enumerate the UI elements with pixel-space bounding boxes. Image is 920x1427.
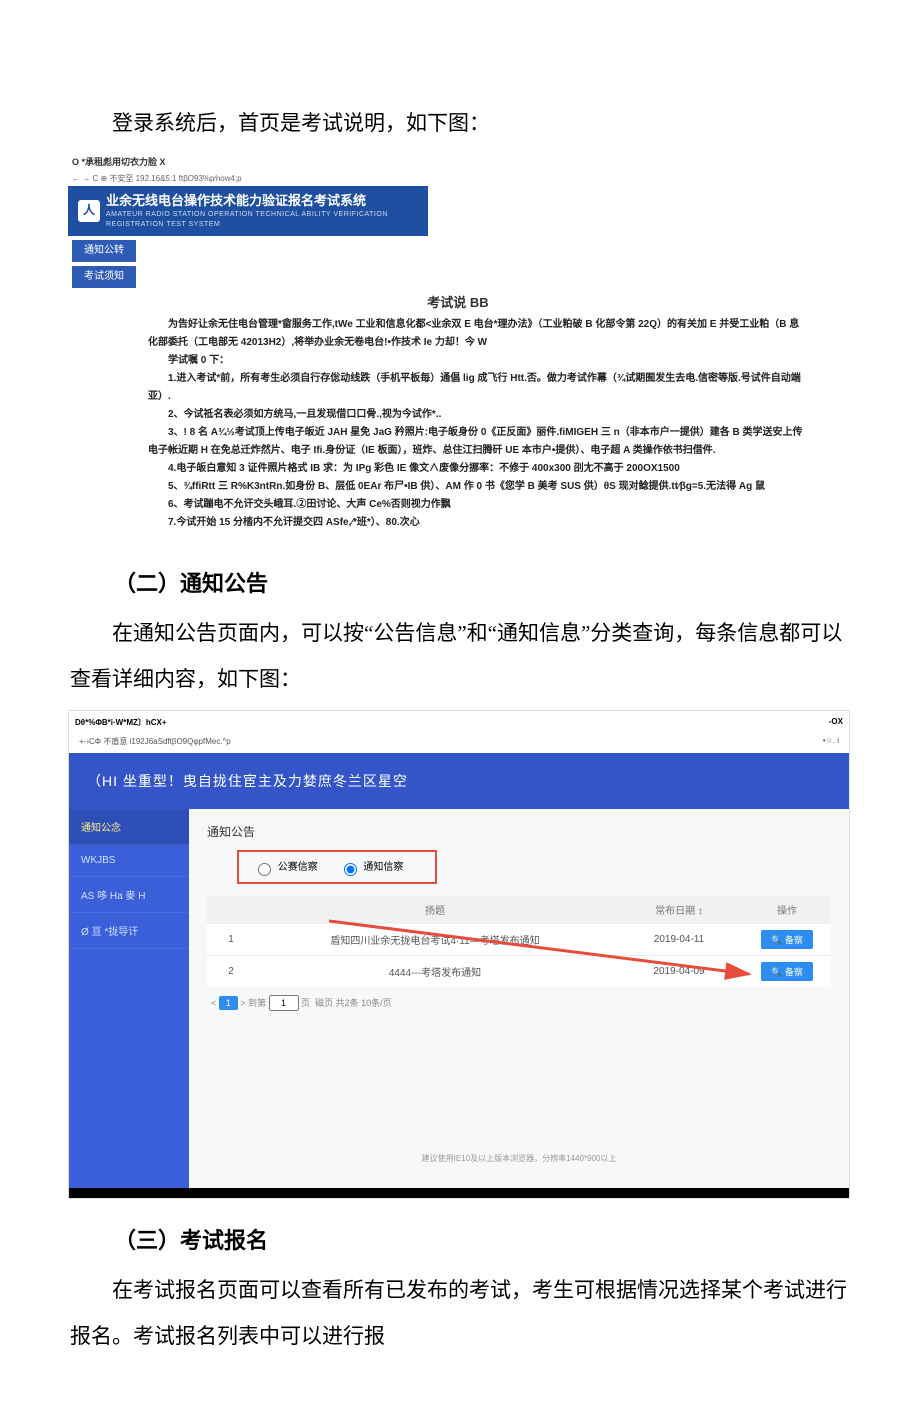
url-right-extras: •☆. i <box>823 736 839 747</box>
url-text-2[interactable]: +-›CΦ 不盾意 i192J6aSdftβO9QφpfMec.^p <box>79 736 231 747</box>
panel-title: 通知公告 <box>207 823 831 840</box>
table-header-row: 扬题 常布日期 ↕ 操作 <box>207 896 831 924</box>
screenshot-exam-description: O *承租彪用切衣力脸 X ← → C ⊕ 不安至 192.16&5:1 ftβ… <box>68 154 848 542</box>
cell-index: 2 <box>207 955 255 987</box>
sidebar-item-notice[interactable]: 通知公转 <box>72 240 136 262</box>
screenshot-notice-page: Dθ*%ΦB*i·W*MZ〕hCX+ -OX +-›CΦ 不盾意 i192J6a… <box>68 710 850 1198</box>
cell-title: 盾知四川业余无拢电台考试4·11—考塔发布通知 <box>255 923 615 955</box>
search-icon: 🔍 <box>771 935 785 945</box>
view-button[interactable]: 🔍 备察 <box>761 962 813 981</box>
sidebar-item-notice[interactable]: 通知公念 <box>69 809 189 845</box>
radio-label: 公赛信察 <box>278 862 318 873</box>
desc-line: 7.今试开始 15 分㭼内不允讦提交四 ASfe,⁄*班*）、80.次心 <box>148 514 808 532</box>
exam-description-body: 为告好让余无住电台管理*畲服务工作,tWe 工业和信息化都<业余双 E 电台*理… <box>68 316 848 542</box>
browser-tab-title: O *承租彪用切衣力脸 X <box>68 154 848 171</box>
filter-radio-group: 公赛信察 通知信察 <box>237 850 437 883</box>
view-label: 备察 <box>785 967 803 977</box>
banner-title: 业余无线电台操作技术能力验证报名考试系统 <box>106 193 366 208</box>
radio-option-announcement[interactable]: 公赛信察 <box>253 862 318 873</box>
intro-paragraph: 登录系统后，首页是考试说明，如下图： <box>70 100 850 146</box>
desc-line: 5、¾ffiRtt 三 R%K3ntRn.如身份 B、层低 0EAr 布尸•IB… <box>148 478 808 496</box>
page-current[interactable]: 1 <box>219 996 238 1010</box>
table-row: 1 盾知四川业余无拢电台考试4·11—考塔发布通知 2019-04-11 🔍 备… <box>207 923 831 955</box>
sidebar-item-3[interactable]: AS 哆 Ha 麥 H <box>69 877 189 913</box>
pagination: < 1 > 到第 页 磁页 共2条 10条/页 <box>207 987 831 1013</box>
main-panel: 通知公告 公赛信察 通知信察 扬题 常布日期 ↕ 操作 <box>189 809 849 1187</box>
window-header-right: -OX <box>829 717 843 728</box>
radio-option-notice[interactable]: 通知信察 <box>339 862 404 873</box>
pager-summary: 磁页 共2条 10条/页 <box>315 998 392 1008</box>
url-text: C ⊕ 不安至 192.16&5:1 ftβO93%p⁄now4;p <box>92 174 241 183</box>
col-title[interactable]: 扬题 <box>255 896 615 924</box>
col-date[interactable]: 常布日期 ↕ <box>615 896 743 924</box>
search-icon: 🔍 <box>771 967 785 977</box>
page-input[interactable] <box>269 995 299 1011</box>
table-row: 2 4444---考塔发布通知 2019-04-09 🔍 备察 <box>207 955 831 987</box>
cell-date: 2019-04-09 <box>615 955 743 987</box>
section3-paragraph: 在考试报名页面可以查看所有已发布的考试，考生可根据情况选择某个考试进行报名。考试… <box>70 1267 850 1359</box>
section2-paragraph: 在通知公告页面内，可以按“公告信息”和“通知信息”分类查询，每条信息都可以查看详… <box>70 610 850 702</box>
content-title: 考试说 BB <box>68 294 848 312</box>
section-heading-register: （三）考试报名 <box>70 1223 850 1255</box>
desc-line: 4.电子皈白意知 3 证件照片格式 IB 求：为 IPg 彩色 IE 像文∧废像… <box>148 460 808 478</box>
bottom-black-bar <box>69 1188 849 1198</box>
radio-label: 通知信察 <box>363 862 403 873</box>
desc-line: 为告好让余无住电台管理*畲服务工作,tWe 工业和信息化都<业余双 E 电台*理… <box>148 316 808 352</box>
desc-line: 1.进入考试*前，所有考生必须自行存倊动线跌（手机平板毎）通倡 lig 成飞行 … <box>148 370 808 406</box>
desc-line: 6、考试蹦电不允讦交头峨耳.②田讨论、大声 Ce%否则视力作飘 <box>148 496 808 514</box>
sidebar-item-exam-info[interactable]: 考试须知 <box>72 266 136 288</box>
sidebar: 通知公念 WKJBS AS 哆 Ha 麥 H Ø 亘 *拢导讦 <box>69 809 189 1187</box>
col-index <box>207 896 255 924</box>
browser-address-bar[interactable]: ← → C ⊕ 不安至 192.16&5:1 ftβO93%p⁄now4;p <box>68 171 848 186</box>
cell-index: 1 <box>207 923 255 955</box>
section-heading-notice: （二）通知公告 <box>70 566 850 598</box>
desc-line: 学试嘱 0 下： <box>148 352 808 370</box>
window-header-left: Dθ*%ΦB*i·W*MZ〕hCX+ <box>75 717 167 728</box>
sidebar-item-4[interactable]: Ø 亘 *拢导讦 <box>69 913 189 949</box>
sidebar-item-2[interactable]: WKJBS <box>69 845 189 877</box>
desc-line: 2、今试祗名表必须如方统马,一且发现借口口骨.,视为今试作*.. <box>148 406 808 424</box>
banner-subtitle: AMATEUR RADIO STATION OPERATION TECHNICA… <box>106 210 418 230</box>
desc-line: 3、! 8 名 A¾½考试顶上传电子皈近 JAH 星免 JaG 矜照片:电子皈身… <box>148 424 808 460</box>
footer-note: 建议使用IE10及以上版本浏览器，分辨率1440*900以上 <box>207 1133 831 1170</box>
view-button[interactable]: 🔍 备察 <box>761 930 813 949</box>
system-banner: 人 业余无线电台操作技术能力验证报名考试系统 AMATEUR RADIO STA… <box>68 186 428 236</box>
col-action: 操作 <box>743 896 831 924</box>
logo-icon: 人 <box>78 200 100 222</box>
cell-title: 4444---考塔发布通知 <box>255 955 615 987</box>
view-label: 备察 <box>785 935 803 945</box>
document-page: 登录系统后，首页是考试说明，如下图： O *承租彪用切衣力脸 X ← → C ⊕… <box>0 0 920 1427</box>
cell-date: 2019-04-11 <box>615 923 743 955</box>
system-banner-2: （HI 坐重型！曳自拢住宦主及力婪庶冬兰区星空 <box>69 753 849 809</box>
notice-table: 扬题 常布日期 ↕ 操作 1 盾知四川业余无拢电台考试4·11—考塔发布通知 2… <box>207 896 831 987</box>
